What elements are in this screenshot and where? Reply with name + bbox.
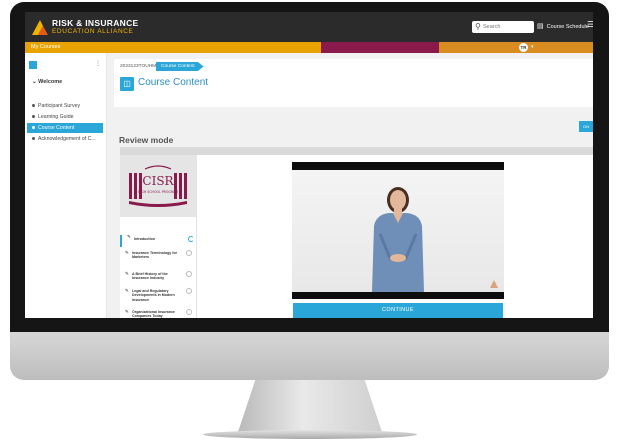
lesson-item-introduction[interactable]: ✎ Introduction (120, 234, 197, 247)
monitor-stand-base (203, 430, 417, 439)
status-circle-icon (186, 250, 192, 256)
presenter-image (372, 187, 424, 292)
lesson-title: Introduction (134, 237, 155, 241)
bullet-icon (32, 115, 35, 119)
video-player[interactable] (292, 162, 504, 299)
sidebar-item-acknowledgement[interactable]: Acknowledgement of C... (25, 134, 103, 144)
brand-name: RISK & INSURANCE (52, 18, 139, 28)
stage: RISK & INSURANCE EDUCATION ALLIANCE ⚲ ▤C… (0, 0, 618, 445)
brand-logo-icon[interactable] (31, 18, 49, 36)
bullet-icon (32, 137, 35, 141)
sidebar-item-learning-guide[interactable]: Learning Guide (25, 112, 103, 122)
cisr-logo-icon: CISR HIGH SCHOOL PROGRAM (129, 165, 187, 207)
screen: RISK & INSURANCE EDUCATION ALLIANCE ⚲ ▤C… (25, 12, 593, 318)
video-frame (292, 170, 504, 292)
lesson-title: Insurance Terminology for Marketers (132, 251, 178, 260)
sidebar-item-label: Learning Guide (38, 114, 74, 120)
top-bar: RISK & INSURANCE EDUCATION ALLIANCE ⚲ ▤C… (25, 12, 593, 42)
lesson-item-terminology[interactable]: ✎ Insurance Terminology for Marketers (120, 250, 197, 263)
monitor-chin (10, 332, 609, 380)
lesson-title: Legal and Regulatory Developments in Mod… (132, 289, 175, 302)
lesson-title: A Brief History of the Insurance Industr… (132, 272, 168, 281)
lesson-icon: ✎ (125, 271, 129, 276)
continue-button[interactable]: CONTINUE (293, 303, 503, 318)
calendar-icon: ▤ (537, 23, 544, 30)
page-title: Course Content (138, 77, 209, 88)
course-schedule-link[interactable]: ▤ Course Schedule (537, 22, 589, 30)
chevron-down-icon[interactable]: ▾ (531, 44, 534, 50)
course-schedule-label: Course Schedule (546, 24, 589, 30)
side-tab-button[interactable]: ON (579, 121, 593, 132)
sidebar-item-label: Participant Survey (38, 103, 81, 109)
search-box[interactable]: ⚲ (472, 21, 534, 33)
status-circle-icon (186, 271, 192, 277)
strip-segment-courses: My Courses (25, 42, 321, 53)
lesson-icon: ✎ (125, 309, 129, 314)
status-circle-icon (186, 288, 192, 294)
search-input[interactable] (483, 21, 532, 33)
lesson-item-organizational[interactable]: ✎ Organizational Insurance Companies Tod… (120, 309, 197, 318)
sidebar-section-label: Welcome (38, 79, 63, 85)
sidebar: ⋮ ⌄ Welcome Participant Survey Learning … (25, 53, 107, 318)
logo-sub: HIGH SCHOOL PROGRAM (138, 190, 178, 194)
course-logo-panel: CISR HIGH SCHOOL PROGRAM (120, 155, 197, 217)
avatar[interactable]: TR (519, 43, 528, 52)
course-content-icon: ◫ (120, 77, 134, 91)
lesson-top-bar (120, 147, 593, 155)
sidebar-item-label: Course Content (38, 125, 75, 131)
sidebar-item-course-content[interactable]: Course Content (27, 123, 103, 133)
color-strip: My Courses TR ▾ (25, 42, 593, 53)
lesson-content: CONTINUE (197, 155, 593, 318)
breadcrumb-course[interactable]: 2023123TOUHM (120, 64, 156, 69)
sidebar-toggle-button[interactable] (29, 61, 37, 69)
logo-brand: CISR (142, 174, 174, 188)
my-courses-link[interactable]: My Courses (31, 44, 60, 50)
strip-segment-middle (321, 42, 439, 53)
search-icon: ⚲ (475, 22, 481, 31)
review-mode-label: Review mode (119, 135, 174, 145)
progress-ring-icon (188, 236, 194, 242)
strip-segment-user: TR ▾ (439, 42, 593, 53)
video-watermark-icon (490, 280, 498, 288)
lesson-item-legal[interactable]: ✎ Legal and Regulatory Developments in M… (120, 288, 197, 305)
course-header: 2023123TOUHM Course Content ◫ Course Con… (114, 59, 593, 107)
lesson-title: Organizational Insurance Companies Today (132, 310, 175, 318)
sidebar-item-participant-survey[interactable]: Participant Survey (25, 101, 103, 111)
lesson-icon: ✎ (127, 234, 131, 239)
menu-icon[interactable]: ☰ (587, 20, 593, 29)
sidebar-section-welcome[interactable]: ⌄ Welcome (32, 79, 62, 85)
lesson-icon: ✎ (125, 250, 129, 255)
bullet-icon (32, 126, 35, 130)
bullet-icon (32, 104, 35, 108)
monitor-stand-neck (238, 380, 382, 432)
breadcrumb-current[interactable]: Course Content (156, 62, 204, 71)
brand-tagline: EDUCATION ALLIANCE (52, 28, 134, 35)
lesson-item-history[interactable]: ✎ A Brief History of the Insurance Indus… (120, 271, 197, 284)
status-circle-icon (186, 309, 192, 315)
lesson-outline: CISR HIGH SCHOOL PROGRAM ✎ Introduction … (120, 155, 197, 318)
sidebar-item-label: Acknowledgement of C... (38, 136, 96, 142)
chevron-down-icon: ⌄ (32, 79, 37, 85)
more-options-icon[interactable]: ⋮ (95, 60, 101, 67)
lesson-icon: ✎ (125, 288, 129, 293)
